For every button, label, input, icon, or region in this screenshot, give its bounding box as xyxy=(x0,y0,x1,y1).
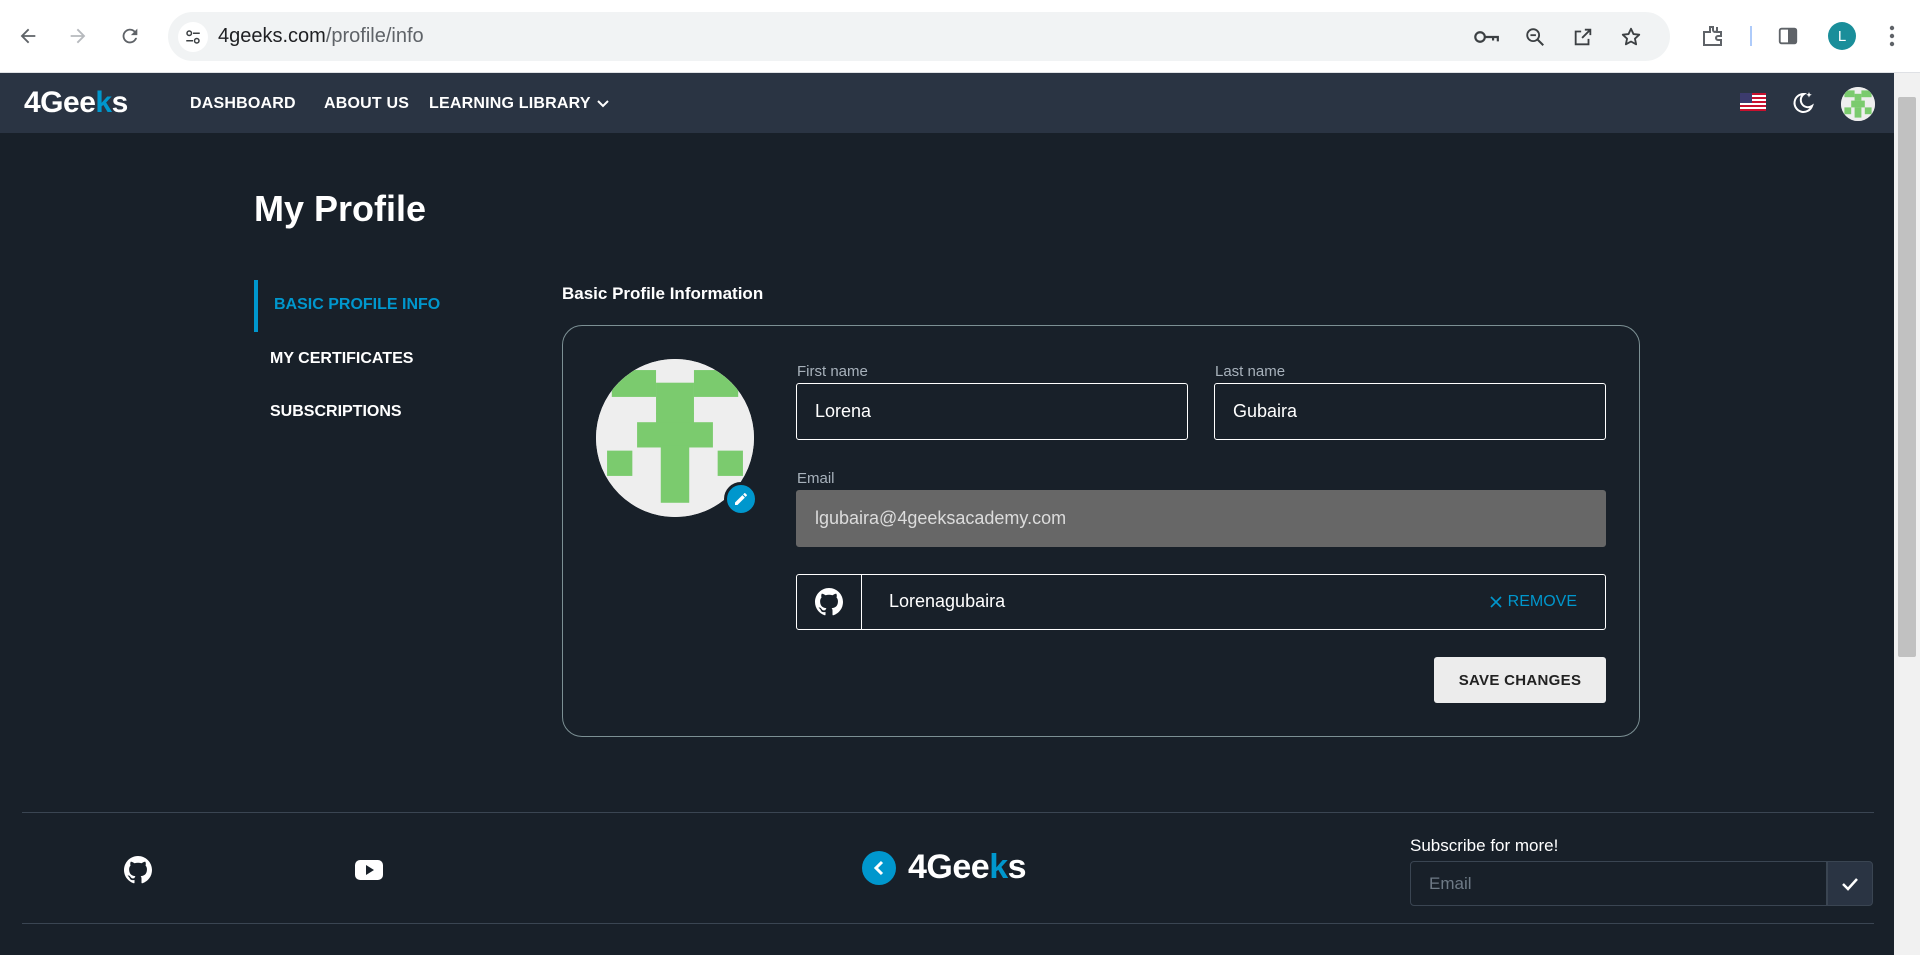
email-value: lgubaira@4geeksacademy.com xyxy=(815,508,1067,528)
chevron-down-icon xyxy=(597,100,609,108)
user-avatar[interactable] xyxy=(1841,87,1875,121)
sidebar-item-my-certificates[interactable]: MY CERTIFICATES xyxy=(270,350,413,368)
subscribe-email-input[interactable] xyxy=(1410,861,1827,906)
share-icon[interactable] xyxy=(1570,24,1596,50)
footer-divider-top xyxy=(22,812,1874,813)
first-name-input[interactable]: Lorena xyxy=(796,383,1188,440)
browser-toolbar: 4geeks.com/profile/info L xyxy=(0,0,1920,73)
back-icon[interactable] xyxy=(14,22,42,50)
edit-avatar-button[interactable] xyxy=(724,482,758,516)
first-name-value: Lorena xyxy=(815,401,872,421)
footer-divider-bottom xyxy=(22,923,1874,924)
footer-logo[interactable]: 4Geeks xyxy=(862,848,1027,887)
footer-youtube-icon[interactable] xyxy=(354,855,384,885)
sidepanel-icon[interactable] xyxy=(1774,22,1802,50)
reload-icon[interactable] xyxy=(116,22,144,50)
subscribe-label: Subscribe for more! xyxy=(1410,836,1559,855)
page-title: My Profile xyxy=(254,188,427,229)
check-icon xyxy=(1842,877,1858,891)
zoom-icon[interactable] xyxy=(1522,24,1548,50)
address-bar[interactable]: 4geeks.com/profile/info xyxy=(168,12,1670,61)
url-text[interactable]: 4geeks.com/profile/info xyxy=(218,25,424,48)
github-username: Lorenagubaira xyxy=(889,591,1006,611)
subscribe-submit-button[interactable] xyxy=(1827,861,1873,906)
toolbar-divider xyxy=(1750,26,1752,46)
save-changes-button[interactable]: SAVE CHANGES xyxy=(1434,657,1606,703)
github-icon xyxy=(815,588,843,616)
browser-profile-avatar[interactable]: L xyxy=(1828,22,1856,50)
menu-dots-icon[interactable] xyxy=(1878,22,1906,50)
scrollbar-thumb[interactable] xyxy=(1898,97,1916,657)
dark-mode-icon[interactable] xyxy=(1790,89,1816,115)
nav-about-us[interactable]: ABOUT US xyxy=(324,95,409,113)
last-name-input[interactable]: Gubaira xyxy=(1214,383,1606,440)
sidebar-active-indicator xyxy=(254,280,258,332)
first-name-label: First name xyxy=(797,363,868,380)
footer-logo-text: 4Geeks xyxy=(908,848,1027,886)
section-title: Basic Profile Information xyxy=(562,284,764,303)
nav-dashboard[interactable]: DASHBOARD xyxy=(190,95,296,113)
star-icon[interactable] xyxy=(1618,24,1644,50)
pencil-icon xyxy=(735,493,747,505)
github-icon-cell xyxy=(797,575,862,629)
remove-github-button[interactable]: REMOVE xyxy=(1490,593,1577,611)
footer-github-icon[interactable] xyxy=(123,855,153,885)
nav-learning-library[interactable]: LEARNING LIBRARY xyxy=(429,95,609,113)
nav-learning-library-label: LEARNING LIBRARY xyxy=(429,95,591,112)
last-name-label: Last name xyxy=(1215,363,1286,380)
site-settings-icon[interactable] xyxy=(178,22,208,52)
forward-icon[interactable] xyxy=(64,22,92,50)
github-connection: Lorenagubaira REMOVE xyxy=(796,574,1606,630)
close-icon xyxy=(1490,596,1502,608)
brand-logo[interactable]: 4Geeks xyxy=(24,86,128,120)
chevron-left-icon xyxy=(862,850,896,885)
last-name-value: Gubaira xyxy=(1233,401,1298,421)
us-flag-icon[interactable] xyxy=(1740,93,1766,111)
key-icon[interactable] xyxy=(1474,24,1500,50)
extensions-icon[interactable] xyxy=(1698,22,1726,50)
remove-label: REMOVE xyxy=(1507,593,1577,610)
email-label: Email xyxy=(797,470,835,487)
sidebar-item-subscriptions[interactable]: SUBSCRIPTIONS xyxy=(270,403,402,421)
email-input: lgubaira@4geeksacademy.com xyxy=(796,490,1606,547)
sidebar-item-basic-profile-info[interactable]: BASIC PROFILE INFO xyxy=(274,296,440,314)
app-header: 4Geeks DASHBOARD ABOUT US LEARNING LIBRA… xyxy=(0,73,1894,133)
